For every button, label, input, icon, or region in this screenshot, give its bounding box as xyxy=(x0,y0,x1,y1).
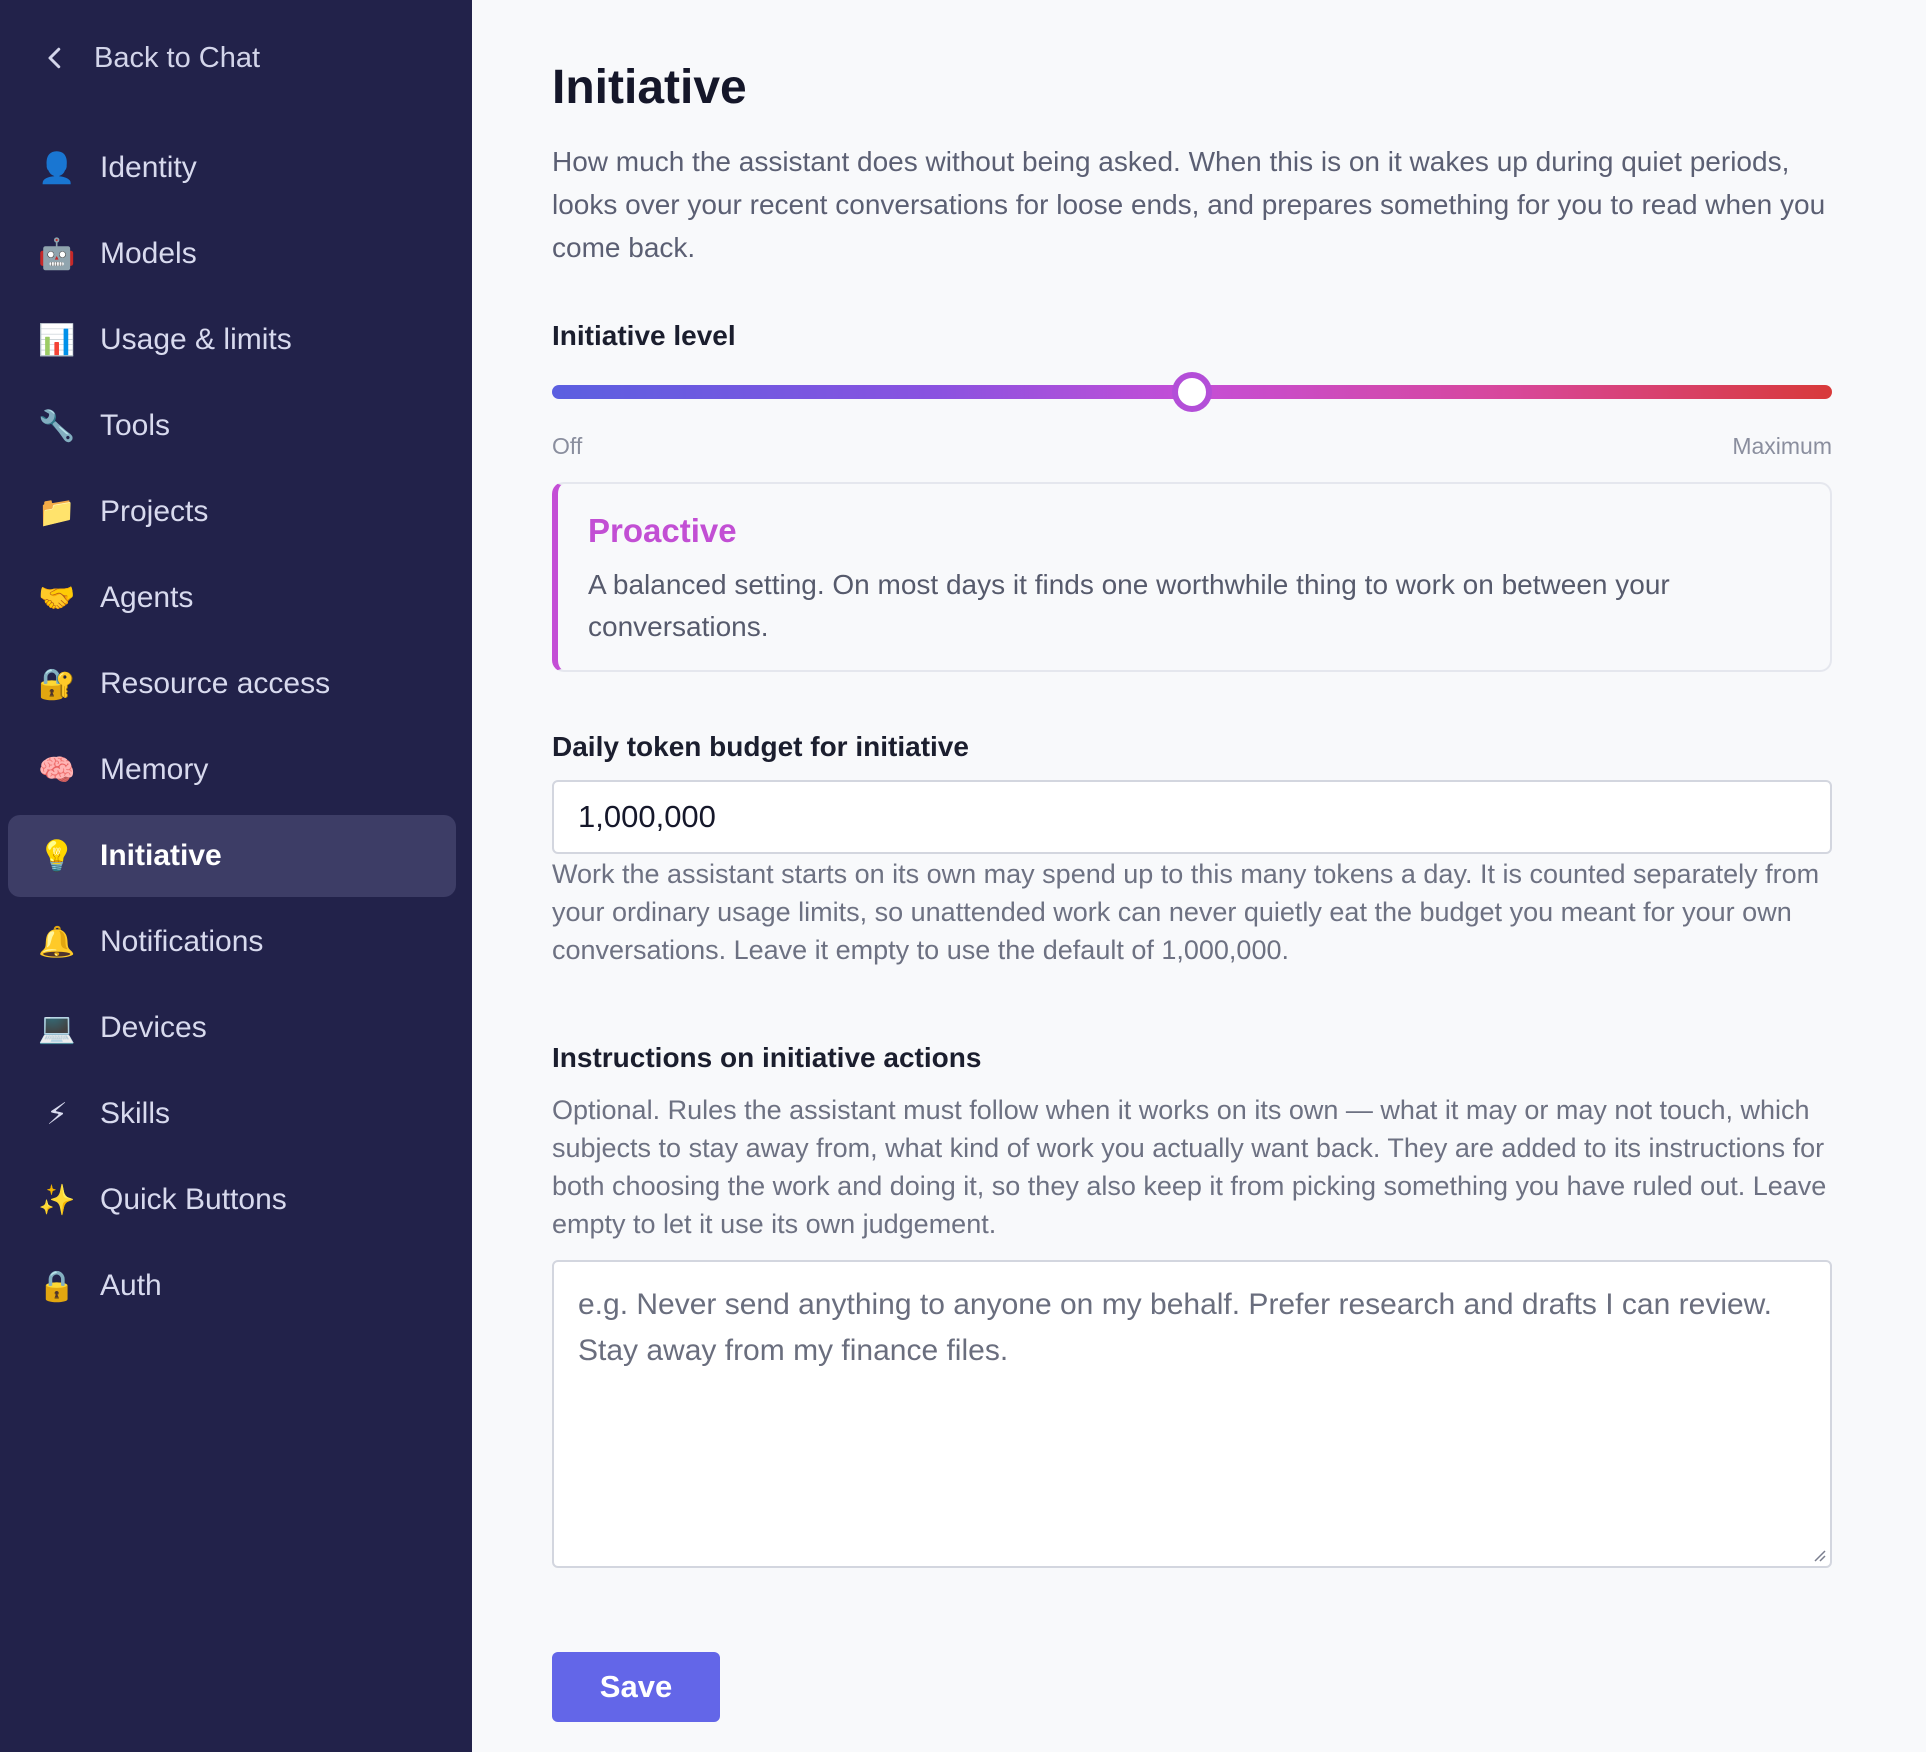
slider-min-label: Off xyxy=(552,433,583,459)
sidebar-item-devices[interactable]: 💻 Devices xyxy=(8,987,456,1069)
level-name: Proactive xyxy=(588,512,737,549)
token-budget-help: Work the assistant starts on its own may… xyxy=(552,859,1820,965)
brain-icon: 🧠 xyxy=(38,752,76,788)
user-icon: 👤 xyxy=(38,150,76,186)
initiative-level-label: Initiative level xyxy=(552,320,736,351)
sidebar-item-label: Memory xyxy=(100,753,209,786)
bell-icon: 🔔 xyxy=(38,924,76,960)
sidebar-item-label: Projects xyxy=(100,495,209,528)
sidebar-item-identity[interactable]: 👤 Identity xyxy=(8,127,456,209)
sidebar-item-tools[interactable]: 🔧 Tools xyxy=(8,385,456,467)
sidebar-item-label: Tools xyxy=(100,409,171,442)
sidebar-item-label: Models xyxy=(100,237,197,270)
sidebar-item-label: Skills xyxy=(100,1097,171,1130)
level-description: A balanced setting. On most days it find… xyxy=(588,569,1670,642)
sidebar-item-label: Identity xyxy=(100,151,197,184)
sidebar-item-memory[interactable]: 🧠 Memory xyxy=(8,729,456,811)
instructions-textarea[interactable]: e.g. Never send anything to anyone on my… xyxy=(552,1260,1832,1568)
chevron-left-icon xyxy=(48,47,61,69)
sidebar-item-label: Devices xyxy=(100,1011,207,1044)
lock-icon: 🔒 xyxy=(38,1268,76,1304)
sidebar-item-label: Resource access xyxy=(100,667,331,700)
wrench-icon: 🔧 xyxy=(38,408,76,444)
sidebar-item-resource-access[interactable]: 🔐 Resource access xyxy=(8,643,456,725)
sidebar-item-quick-buttons[interactable]: ✨ Quick Buttons xyxy=(8,1159,456,1241)
bar-chart-icon: 📊 xyxy=(38,322,76,358)
sidebar-item-label: Agents xyxy=(100,581,194,614)
handshake-icon: 🤝 xyxy=(38,580,76,616)
instructions-placeholder: e.g. Never send anything to anyone on my… xyxy=(578,1288,1773,1367)
back-to-chat-label: Back to Chat xyxy=(94,41,261,74)
initiative-level-slider[interactable] xyxy=(552,372,1832,412)
back-to-chat-link[interactable]: Back to Chat xyxy=(40,36,260,80)
sidebar-item-label: Auth xyxy=(100,1269,162,1302)
sidebar-item-skills[interactable]: ⚡ Skills xyxy=(8,1073,456,1155)
save-button[interactable]: Save xyxy=(552,1652,720,1722)
resize-handle-icon[interactable] xyxy=(1810,1546,1826,1562)
sidebar-item-agents[interactable]: 🤝 Agents xyxy=(8,557,456,639)
instructions-help: Optional. Rules the assistant must follo… xyxy=(552,1095,1827,1239)
sidebar-item-label: Usage & limits xyxy=(100,323,292,356)
lock-key-icon: 🔐 xyxy=(38,666,76,702)
sidebar-item-auth[interactable]: 🔒 Auth xyxy=(8,1245,456,1327)
folder-icon: 📁 xyxy=(38,494,76,530)
sidebar-item-initiative[interactable]: 💡 Initiative xyxy=(8,815,456,897)
sidebar-item-projects[interactable]: 📁 Projects xyxy=(8,471,456,553)
initiative-level-card: Proactive A balanced setting. On most da… xyxy=(552,482,1832,672)
sidebar: Back to Chat 👤 Identity 🤖 Models 📊 Usage & li… xyxy=(0,0,472,1752)
sparkles-icon: ✨ xyxy=(38,1182,76,1218)
token-budget-label: Daily token budget for initiative xyxy=(552,731,969,762)
sidebar-item-notifications[interactable]: 🔔 Notifications xyxy=(8,901,456,983)
laptop-icon: 💻 xyxy=(38,1010,76,1046)
token-budget-input[interactable]: 1,000,000 xyxy=(552,780,1832,854)
sidebar-item-models[interactable]: 🤖 Models xyxy=(8,213,456,295)
sidebar-item-label: Notifications xyxy=(100,925,264,958)
slider-thumb[interactable] xyxy=(1172,372,1212,412)
page-title: Initiative xyxy=(552,61,747,114)
sidebar-item-usage-limits[interactable]: 📊 Usage & limits xyxy=(8,299,456,381)
page-description: How much the assistant does without bein… xyxy=(552,146,1826,263)
sidebar-item-label: Initiative xyxy=(100,839,222,872)
slider-max-label: Maximum xyxy=(1732,433,1832,459)
sidebar-item-label: Quick Buttons xyxy=(100,1183,287,1216)
instructions-label: Instructions on initiative actions xyxy=(552,1042,982,1073)
lightbulb-icon: 💡 xyxy=(38,838,76,874)
lightning-icon: ⚡ xyxy=(46,1096,68,1132)
robot-icon: 🤖 xyxy=(38,236,76,272)
